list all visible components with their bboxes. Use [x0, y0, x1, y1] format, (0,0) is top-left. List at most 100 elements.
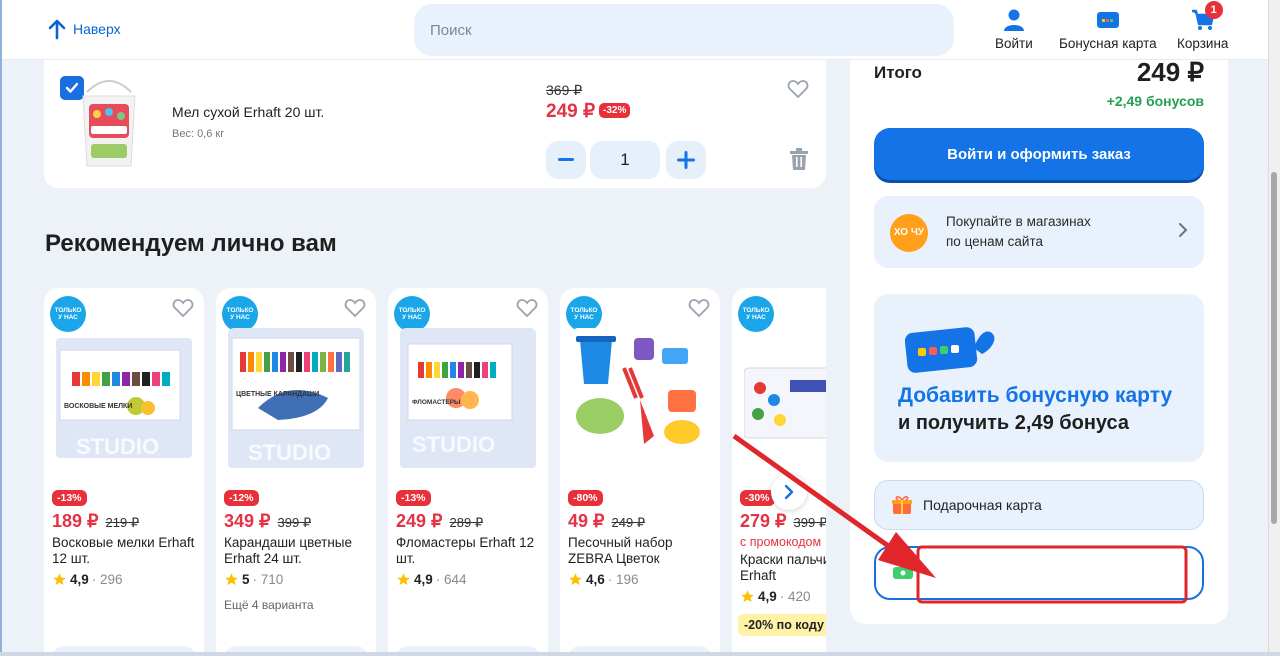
- back-to-top-label: Наверх: [73, 21, 121, 37]
- product-image-label: ВОСКОВЫЕ МЕЛКИ: [64, 403, 132, 410]
- exclusive-badge: ТОЛЬКО У НАС: [222, 296, 258, 332]
- svg-text:STUDIO: STUDIO: [412, 432, 495, 457]
- exclusive-badge-line2: У НАС: [746, 314, 766, 321]
- promo-ticket-icon: [893, 567, 913, 579]
- product-card[interactable]: ТОЛЬКО У НАС ФЛОМАСТЕРЫ STUDIO -13% 249 ₽…: [388, 288, 548, 656]
- total-label: Итого: [874, 63, 922, 82]
- cart-icon: 1: [1191, 1, 1223, 32]
- promo-code-note: с промокодом: [740, 535, 822, 549]
- product-rating: 4,9 · 296: [52, 572, 123, 587]
- product-price: 349 ₽ 399 ₽: [224, 511, 311, 532]
- star-icon: [397, 573, 410, 586]
- product-rating: 5 · 710: [224, 572, 283, 587]
- exclusive-badge-line2: У НАС: [58, 314, 78, 321]
- plus-icon: [677, 151, 695, 169]
- old-price: 399 ₽: [277, 515, 312, 530]
- vertical-scrollbar[interactable]: [1268, 0, 1280, 656]
- favorite-heart-icon[interactable]: [516, 298, 538, 318]
- product-name[interactable]: Восковые мелки Erhaft 12 шт.: [52, 535, 198, 567]
- bonus-card-button[interactable]: Бонусная карта: [1059, 8, 1157, 51]
- promo-chip: -20% по коду: [738, 614, 826, 636]
- carousel-next-button[interactable]: [771, 474, 807, 510]
- price-value: 279 ₽: [740, 511, 787, 531]
- cart-button[interactable]: 1 Корзина: [1177, 1, 1229, 51]
- rating-value: 4,9: [70, 572, 89, 587]
- gift-card-label: Подарочная карта: [923, 497, 1042, 513]
- exclusive-badge-line2: У НАС: [574, 314, 594, 321]
- product-rating: 4,6 · 196: [568, 572, 639, 587]
- favorite-heart-icon[interactable]: [787, 79, 809, 99]
- product-card[interactable]: ТОЛЬКО У НАС ВОСКОВЫЕ МЕЛКИ STUDIO -13% 1…: [44, 288, 204, 656]
- exclusive-badge-line1: ТОЛЬКО: [570, 306, 598, 314]
- svg-text:STUDIO: STUDIO: [248, 440, 331, 465]
- favorite-heart-icon[interactable]: [172, 298, 194, 318]
- product-image-label: ФЛОМАСТЕРЫ: [412, 399, 460, 406]
- window-bottom-edge: [0, 652, 1280, 656]
- recommendations-carousel: ТОЛЬКО У НАС ВОСКОВЫЕ МЕЛКИ STUDIO -13% 1…: [44, 288, 826, 656]
- product-name[interactable]: Фломастеры Erhaft 12 шт.: [396, 535, 542, 567]
- header: Наверх Войти Бонусная карта 1 Корзина: [2, 0, 1268, 60]
- search-input[interactable]: [414, 4, 954, 56]
- arrow-up-icon: [48, 19, 66, 40]
- exclusive-badge-line1: ТОЛЬКО: [742, 306, 770, 314]
- quantity-decrease-button[interactable]: [546, 141, 586, 179]
- rating-value: 4,6: [586, 572, 605, 587]
- back-to-top-link[interactable]: Наверх: [47, 18, 121, 40]
- promo-code-field[interactable]: [874, 546, 1204, 600]
- variants-link[interactable]: Ещё 4 варианта: [224, 598, 314, 612]
- cart-item-price: 249 ₽: [546, 101, 596, 122]
- product-card[interactable]: ТОЛЬКО У НАС -80% 49 ₽ 249 ₽ Песочный наб…: [560, 288, 720, 656]
- bonus-card-label: Бонусная карта: [1059, 36, 1157, 51]
- chevron-right-icon: [1179, 223, 1188, 237]
- chevron-right-icon: [784, 484, 794, 500]
- total-value: 249 ₽: [1136, 57, 1204, 87]
- store-prices-promo[interactable]: ХО ЧУ Покупайте в магазинах по ценам сай…: [874, 196, 1204, 268]
- rating-value: 5: [242, 572, 250, 587]
- star-icon: [569, 573, 582, 586]
- price-value: 349 ₽: [224, 511, 271, 531]
- product-card[interactable]: ТОЛЬКО У НАС -30% 279 ₽ 399 ₽ с промокодо…: [732, 288, 826, 656]
- cart-label: Корзина: [1177, 36, 1229, 51]
- login-button[interactable]: Войти: [995, 8, 1033, 51]
- add-bonus-card-banner[interactable]: Добавить бонусную карту и получить 2,49 …: [874, 294, 1204, 462]
- quantity-value[interactable]: 1: [590, 141, 660, 179]
- product-card[interactable]: ТОЛЬКО У НАС ЦВЕТНЫЕ КАРАНДАШИ STUDIO -12…: [216, 288, 376, 656]
- product-price: 189 ₽ 219 ₽: [52, 511, 139, 532]
- gift-card-button[interactable]: Подарочная карта: [874, 480, 1204, 530]
- product-name[interactable]: Краски пальчиковые Erhaft: [740, 552, 826, 584]
- product-name[interactable]: Песочный набор ZEBRA Цветок: [568, 535, 714, 567]
- product-image[interactable]: [77, 78, 141, 170]
- star-icon: [53, 573, 66, 586]
- favorite-heart-icon[interactable]: [688, 298, 710, 318]
- order-summary: Итого 249 ₽ +2,49 бонусов Войти и оформи…: [850, 57, 1228, 624]
- cart-item: Мел сухой Erhaft 20 шт. Вес: 0,6 кг 369 …: [44, 60, 826, 188]
- scrollbar-thumb[interactable]: [1271, 172, 1277, 524]
- product-image[interactable]: ВОСКОВЫЕ МЕЛКИ STUDIO: [56, 328, 192, 478]
- product-image[interactable]: ФЛОМАСТЕРЫ STUDIO: [400, 328, 536, 478]
- window-border: [0, 0, 2, 656]
- discount-badge: -30%: [740, 490, 775, 506]
- cart-item-title[interactable]: Мел сухой Erhaft 20 шт.: [172, 104, 324, 120]
- login-checkout-button[interactable]: Войти и оформить заказ: [874, 128, 1204, 180]
- product-rating: 4,9 · 420: [740, 589, 811, 604]
- quantity-increase-button[interactable]: [666, 141, 706, 179]
- login-label: Войти: [995, 36, 1033, 51]
- exclusive-badge-line1: ТОЛЬКО: [54, 306, 82, 314]
- product-image[interactable]: [744, 328, 826, 478]
- product-image[interactable]: [572, 328, 708, 478]
- favorite-heart-icon[interactable]: [344, 298, 366, 318]
- old-price: 399 ₽: [793, 515, 826, 530]
- rating-value: 4,9: [414, 572, 433, 587]
- old-price: 219 ₽: [105, 515, 140, 530]
- product-image[interactable]: ЦВЕТНЫЕ КАРАНДАШИ STUDIO: [228, 328, 364, 478]
- bonus-card-icon: [1096, 8, 1120, 32]
- trash-icon[interactable]: [788, 148, 810, 170]
- star-icon: [225, 573, 238, 586]
- exclusive-badge: ТОЛЬКО У НАС: [738, 296, 774, 332]
- cart-item-weight: Вес: 0,6 кг: [172, 128, 225, 140]
- product-name[interactable]: Карандаши цветные Erhaft 24 шт.: [224, 535, 370, 567]
- price-value: 49 ₽: [568, 511, 605, 531]
- hochu-logo: ХО ЧУ: [890, 214, 928, 252]
- exclusive-badge-line2: У НАС: [230, 314, 250, 321]
- bonus-card-subtitle: и получить 2,49 бонуса: [898, 412, 1130, 434]
